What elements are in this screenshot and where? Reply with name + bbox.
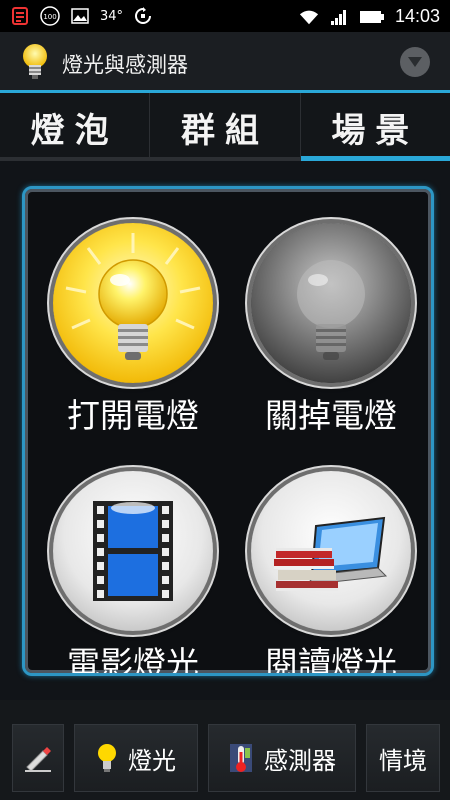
scene-orb: [251, 223, 411, 383]
scene-orb: [53, 223, 213, 383]
lights-nav-button[interactable]: 燈光: [74, 724, 198, 792]
scene-reading-button[interactable]: 閱讀燈光: [223, 437, 423, 673]
clock-text: 14:03: [394, 6, 440, 26]
tab-bulbs[interactable]: 燈泡: [0, 93, 150, 161]
thermometer-icon: [230, 744, 252, 772]
edit-pencil-icon: [25, 747, 51, 772]
chevron-down-icon: [408, 57, 422, 67]
scene-lights-on-button[interactable]: 打開電燈: [25, 189, 225, 435]
bottom-nav: 燈光 感測器 情境: [0, 700, 450, 800]
scenes-nav-button[interactable]: 情境: [366, 724, 440, 792]
sensors-nav-label: 感測器: [264, 746, 336, 775]
scene-label: 電影燈光: [67, 644, 199, 676]
app-title: 燈光與感測器: [62, 53, 188, 77]
scene-orb: [251, 471, 411, 631]
lights-nav-label: 燈光: [128, 746, 176, 775]
unlit-bulb-icon: [297, 260, 365, 360]
tab-label: 群組: [180, 110, 269, 151]
image-icon: [70, 6, 90, 26]
scene-orb: [53, 471, 213, 631]
tab-groups[interactable]: 群組: [149, 93, 300, 161]
lit-bulb-icon: [65, 233, 201, 360]
scene-label: 關掉電燈: [265, 396, 397, 435]
scene-movie-button[interactable]: 電影燈光: [25, 437, 225, 673]
scene-label: 閱讀燈光: [265, 644, 397, 676]
scene-lights-off-button[interactable]: 關掉電燈: [223, 189, 423, 435]
scene-label: 打開電燈: [67, 396, 199, 435]
settings-shortcut-button[interactable]: [12, 724, 64, 792]
temperature-text: 34°: [100, 8, 124, 24]
signal-icon: [329, 7, 349, 27]
tab-active-indicator: [300, 156, 450, 161]
film-strip-icon: [93, 501, 173, 601]
status-bar: 100 34° 14:03: [0, 0, 450, 32]
sync-icon: [133, 6, 153, 26]
sensors-nav-button[interactable]: 感測器: [208, 724, 356, 792]
task-list-icon: [10, 6, 30, 26]
battery-saver-badge: 100: [43, 12, 57, 21]
books-laptop-icon: [274, 516, 388, 591]
wifi-icon: [299, 7, 319, 27]
overflow-menu-button[interactable]: [400, 47, 430, 77]
tab-underline: [0, 157, 150, 161]
tab-label: 燈泡: [30, 110, 119, 151]
tab-bar: 燈泡 群組 場景: [0, 93, 450, 161]
tab-label: 場景: [331, 110, 420, 151]
app-bar: 燈光與感測器: [0, 32, 450, 93]
lightbulb-app-icon: [18, 42, 52, 82]
battery-icon: [359, 7, 385, 27]
battery-saver-icon: 100: [40, 6, 60, 26]
tab-scenes[interactable]: 場景: [299, 93, 450, 161]
lightbulb-icon: [98, 744, 116, 772]
scenes-panel: 打開電燈 關掉電燈 電影燈光 閱讀燈光: [22, 186, 434, 676]
tab-underline: [150, 157, 300, 161]
scenes-nav-label: 情境: [379, 746, 427, 775]
